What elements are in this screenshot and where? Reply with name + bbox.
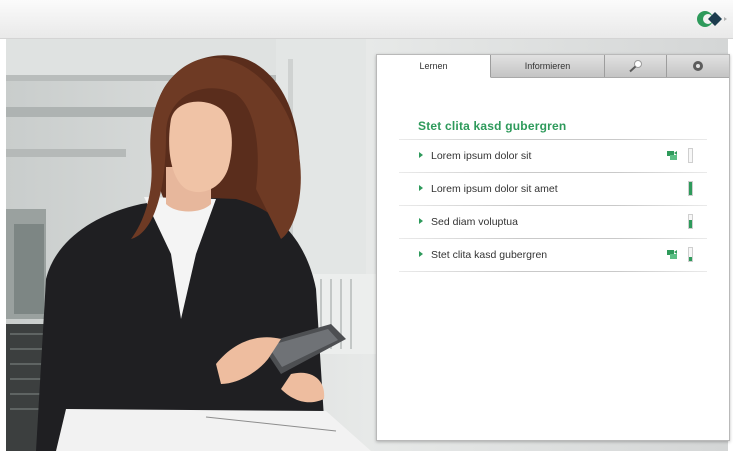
list-item-label: Sed diam voluptua <box>431 216 518 228</box>
triangle-right-icon <box>419 152 423 158</box>
tab-lernen-label: Lernen <box>419 61 448 71</box>
refresh-icon[interactable] <box>666 249 678 260</box>
progress-fill <box>689 257 692 261</box>
search-icon <box>628 60 642 73</box>
list-item[interactable]: Lorem ipsum dolor sit <box>399 140 707 172</box>
refresh-icon[interactable] <box>666 150 678 161</box>
brand-logo <box>697 11 727 27</box>
tab-lernen[interactable]: Lernen <box>377 55 491 78</box>
tab-informieren-label: Informieren <box>524 61 571 71</box>
tab-search[interactable] <box>605 55 667 77</box>
list-item[interactable]: Stet clita kasd gubergren <box>399 239 707 271</box>
list-item[interactable]: Lorem ipsum dolor sit amet <box>399 173 707 205</box>
list-item[interactable]: Sed diam voluptua <box>399 206 707 238</box>
triangle-right-icon <box>419 251 423 257</box>
progress-gauge <box>688 214 693 229</box>
settings-icon <box>693 61 703 71</box>
learning-panel: Lernen Informieren Stet clita kasd guber… <box>376 54 730 441</box>
top-bar <box>0 0 733 39</box>
section-title: Stet clita kasd gubergren <box>418 119 567 133</box>
tab-informieren[interactable]: Informieren <box>491 55 605 77</box>
progress-fill <box>689 219 692 228</box>
progress-fill <box>689 182 692 195</box>
list-item-label: Lorem ipsum dolor sit <box>431 150 532 162</box>
progress-gauge <box>688 181 693 196</box>
triangle-right-icon <box>419 218 423 224</box>
progress-gauge <box>688 148 693 163</box>
tab-bar: Lernen Informieren <box>377 55 729 78</box>
list-item-label: Stet clita kasd gubergren <box>431 249 548 261</box>
tab-settings[interactable] <box>667 55 729 77</box>
lesson-list: Lorem ipsum dolor sit Lorem ipsum dolor … <box>399 139 707 272</box>
progress-gauge <box>688 247 693 262</box>
divider <box>399 271 707 272</box>
triangle-right-icon <box>419 185 423 191</box>
list-item-label: Lorem ipsum dolor sit amet <box>431 183 558 195</box>
